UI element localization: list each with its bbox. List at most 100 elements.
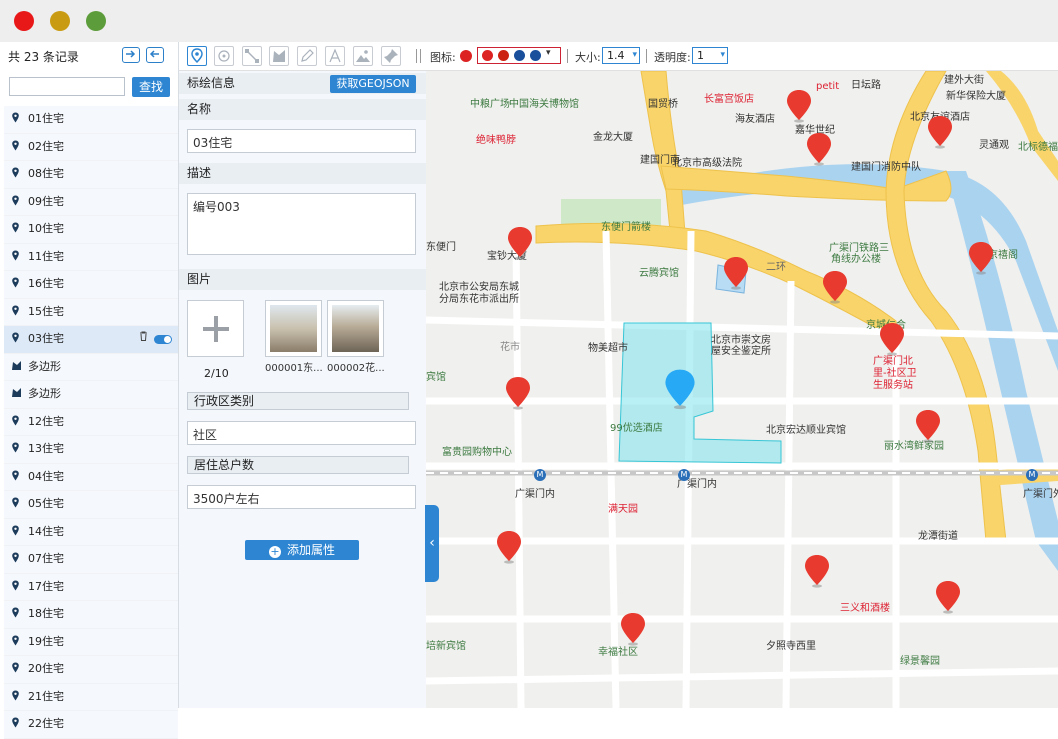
list-item[interactable]: 13住宅 xyxy=(4,436,178,464)
map-marker-icon[interactable] xyxy=(803,554,831,588)
list-item[interactable]: 08住宅 xyxy=(4,161,178,189)
map-marker-icon[interactable] xyxy=(722,256,750,290)
description-field[interactable]: 编号003 xyxy=(187,193,416,255)
collapse-all-icon[interactable] xyxy=(122,47,140,63)
map-label: 东便门箭楼 xyxy=(601,222,651,233)
list-item[interactable]: 多边形 xyxy=(4,381,178,409)
opacity-label: 透明度: xyxy=(654,51,691,64)
icon-picker-select[interactable]: ▾ xyxy=(477,47,561,64)
location-pin-icon xyxy=(11,574,20,601)
location-pin-icon xyxy=(11,326,20,353)
list-item[interactable]: 09住宅 xyxy=(4,188,178,216)
list-item[interactable]: 05住宅 xyxy=(4,491,178,519)
map-label: 三义和酒楼 xyxy=(840,603,890,614)
map-marker-icon[interactable] xyxy=(495,530,523,564)
metro-station-icon: M xyxy=(678,469,690,481)
line-tool-icon[interactable] xyxy=(242,46,262,66)
list-item[interactable]: 多边形 xyxy=(4,353,178,381)
list-item[interactable]: 01住宅 xyxy=(4,106,178,134)
map-marker-icon[interactable] xyxy=(504,376,532,410)
edit-tool-icon[interactable] xyxy=(297,46,317,66)
list-item[interactable]: 04住宅 xyxy=(4,463,178,491)
image-thumbnail[interactable] xyxy=(327,300,384,357)
name-field[interactable]: 03住宅 xyxy=(187,129,416,153)
list-item[interactable]: 07住宅 xyxy=(4,546,178,574)
visibility-toggle[interactable] xyxy=(154,335,172,344)
chevron-down-icon[interactable]: ▾ xyxy=(546,48,551,58)
map-view[interactable]: 中粮广场 中国海关博物馆 国贸桥 长富宫饭店 海友酒店 嘉华世纪 日坛路 建外大街 新华保险大厦… xyxy=(426,71,1058,708)
record-count: 共 23 条记录 xyxy=(8,50,79,64)
list-item[interactable]: 16住宅 xyxy=(4,271,178,299)
map-marker-icon[interactable] xyxy=(926,115,954,149)
search-input[interactable] xyxy=(9,77,125,96)
image-count: 2/10 xyxy=(204,367,229,380)
map-label: 屋安全鉴定所 xyxy=(711,346,771,357)
map-label: 广渠门内 xyxy=(515,489,555,500)
households-field[interactable]: 3500户左右 xyxy=(187,485,416,509)
close-window-dot[interactable] xyxy=(14,11,34,31)
selected-marker-icon[interactable] xyxy=(663,368,697,410)
flower-icon[interactable] xyxy=(498,50,509,61)
size-select[interactable]: 1.4 ▾ xyxy=(602,47,640,64)
location-pin-icon xyxy=(11,711,20,738)
text-tool-icon[interactable] xyxy=(325,46,345,66)
search-button[interactable]: 查找 xyxy=(132,77,170,97)
maximize-window-dot[interactable] xyxy=(86,11,106,31)
list-item[interactable]: 02住宅 xyxy=(4,133,178,161)
map-marker-icon[interactable] xyxy=(785,89,813,123)
image-thumbnail[interactable] xyxy=(265,300,322,357)
list-item-label: 15住宅 xyxy=(28,304,64,318)
map-marker-icon[interactable] xyxy=(967,241,995,275)
list-item[interactable]: 21住宅 xyxy=(4,683,178,711)
list-item[interactable]: 22住宅 xyxy=(4,711,178,739)
circle-tool-icon[interactable] xyxy=(214,46,234,66)
image-caption: 000001东... xyxy=(265,363,323,374)
fire-icon[interactable] xyxy=(482,50,493,61)
minimize-window-dot[interactable] xyxy=(50,11,70,31)
list-item[interactable]: 12住宅 xyxy=(4,408,178,436)
list-item[interactable]: 17住宅 xyxy=(4,573,178,601)
expand-all-icon[interactable] xyxy=(146,47,164,63)
map-marker-icon[interactable] xyxy=(878,322,906,356)
bank-icon[interactable] xyxy=(514,50,525,61)
map-label: 新华保险大厦 xyxy=(946,91,1006,102)
shield-icon[interactable] xyxy=(530,50,541,61)
list-item[interactable]: 11住宅 xyxy=(4,243,178,271)
image-tool-icon[interactable] xyxy=(353,46,373,66)
opacity-select[interactable]: 1 ▾ xyxy=(692,47,728,64)
district-type-field[interactable]: 社区 xyxy=(187,421,416,445)
map-label: 富贵园购物中心 xyxy=(442,447,512,458)
plus-circle-icon: + xyxy=(268,545,281,558)
list-item[interactable]: 14住宅 xyxy=(4,518,178,546)
get-geojson-button[interactable]: 获取GEOJSON xyxy=(330,75,416,93)
polygon-tool-icon[interactable] xyxy=(269,46,289,66)
add-property-button[interactable]: + 添加属性 xyxy=(245,540,359,560)
add-image-button[interactable] xyxy=(187,300,244,357)
map-marker-icon[interactable] xyxy=(619,612,647,646)
marker-tool-icon[interactable] xyxy=(187,46,207,66)
map-marker-icon[interactable] xyxy=(914,409,942,443)
households-label: 居住总户数 xyxy=(187,456,409,474)
map-marker-icon[interactable] xyxy=(934,580,962,614)
trash-icon[interactable] xyxy=(139,326,148,353)
list-item[interactable]: 03住宅 xyxy=(4,326,178,354)
description-label: 描述 xyxy=(179,163,426,184)
list-item-label: 03住宅 xyxy=(28,332,64,345)
panel-collapse-handle[interactable]: ‹ xyxy=(425,505,439,582)
building-photo xyxy=(270,305,317,352)
list-item[interactable]: 19住宅 xyxy=(4,628,178,656)
list-item[interactable]: 15住宅 xyxy=(4,298,178,326)
map-label: 建外大街 xyxy=(944,75,984,86)
list-item-label: 多边形 xyxy=(28,387,61,400)
list-item-label: 11住宅 xyxy=(28,249,64,263)
pin-tool-icon[interactable] xyxy=(381,46,401,66)
map-marker-icon[interactable] xyxy=(506,226,534,260)
list-item[interactable]: 18住宅 xyxy=(4,601,178,629)
list-item[interactable]: 20住宅 xyxy=(4,656,178,684)
map-marker-icon[interactable] xyxy=(805,132,833,166)
list-item[interactable]: 10住宅 xyxy=(4,216,178,244)
map-label: 北京市高级法院 xyxy=(672,158,742,169)
list-item-label: 01住宅 xyxy=(28,112,64,125)
polygon-icon xyxy=(11,354,22,381)
map-marker-icon[interactable] xyxy=(821,270,849,304)
